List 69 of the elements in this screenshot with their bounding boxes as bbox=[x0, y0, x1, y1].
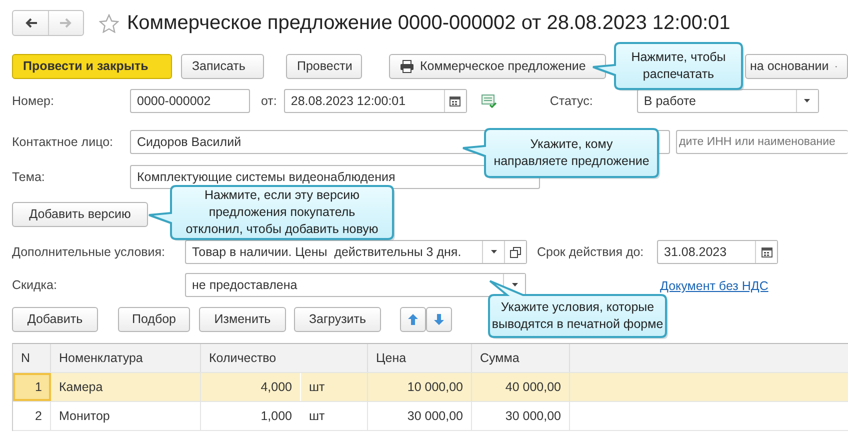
table-cell: 40 000,00 bbox=[472, 373, 570, 401]
field-label: Статус: bbox=[550, 92, 594, 110]
table-cell: Камера bbox=[51, 373, 201, 401]
add-version-button[interactable]: Добавить версию bbox=[12, 202, 148, 227]
table-cell: 1 bbox=[13, 373, 51, 401]
table-cell: 1,000 bbox=[201, 402, 301, 430]
move-down-button[interactable] bbox=[426, 307, 452, 332]
table-cell: Монитор bbox=[51, 402, 201, 430]
conditions-field[interactable]: Товар в наличии. Цены действительны 3 дня. bbox=[186, 241, 482, 263]
move-up-button[interactable] bbox=[400, 307, 426, 332]
arrow-icon bbox=[407, 313, 419, 326]
post-and-close-button[interactable]: Провести и закрыть bbox=[12, 54, 172, 79]
calendar-button[interactable] bbox=[444, 90, 466, 112]
field-label: Контактное лицо: bbox=[12, 134, 114, 151]
table-cell: 2 bbox=[13, 402, 51, 430]
dropdown-button[interactable] bbox=[796, 90, 818, 112]
arrow-icon bbox=[60, 17, 72, 29]
table-cell: 10 000,00 bbox=[368, 373, 472, 401]
tooltip-text: Нажмите, чтобы распечатать bbox=[630, 49, 727, 83]
toolbar-button[interactable]: Записать bbox=[181, 54, 264, 79]
toolbar-button[interactable]: Провести bbox=[286, 54, 362, 79]
table-toolbar-button[interactable]: Добавить bbox=[12, 307, 98, 332]
column-header[interactable]: N bbox=[13, 344, 51, 372]
arrow-icon bbox=[433, 313, 445, 326]
table-cell: 30 000,00 bbox=[472, 402, 570, 430]
field-label: Номер: bbox=[12, 92, 55, 110]
table-cell-text: шт bbox=[308, 408, 326, 425]
table-cell-text: шт bbox=[308, 378, 326, 396]
no-vat-link[interactable]: Документ без НДС bbox=[660, 277, 768, 296]
status-field[interactable]: В работе bbox=[638, 90, 796, 112]
table-cell: 4,000 bbox=[201, 373, 301, 401]
number-field[interactable]: 0000-000002 bbox=[130, 89, 250, 113]
field-label: Скидка: bbox=[12, 276, 58, 294]
caret-icon bbox=[803, 98, 812, 104]
date-picker[interactable]: 28.08.2023 12:00:01 bbox=[284, 89, 467, 113]
field-label: Дополнительные условия: bbox=[12, 244, 166, 261]
tooltip-text: Укажите условия, которые выводятся в печатной форме bbox=[490, 299, 664, 333]
tooltip-text: Нажмите, если эту версию предложения покупатель отклонил, чтобы добавить новую bbox=[184, 187, 380, 238]
search-field[interactable]: дите ИНН или наименование bbox=[676, 130, 848, 154]
table-toolbar-button[interactable]: Загрузить bbox=[294, 307, 381, 332]
field-label: Срок действия до: bbox=[537, 244, 645, 261]
field-label: Тема: bbox=[12, 168, 46, 186]
column-header[interactable]: Сумма bbox=[472, 344, 570, 372]
calendar-icon bbox=[449, 95, 462, 107]
status-picker[interactable]: В работе bbox=[636, 89, 819, 113]
open-button[interactable] bbox=[504, 241, 526, 263]
table-toolbar-button[interactable]: Подбор bbox=[118, 307, 190, 332]
document-check-icon bbox=[480, 94, 497, 108]
field-label: от: bbox=[261, 92, 277, 110]
arrow-icon bbox=[24, 17, 36, 29]
table-toolbar-button[interactable]: Изменить bbox=[199, 307, 286, 332]
caret-icon bbox=[510, 282, 518, 288]
conditions-picker[interactable]: Товар в наличии. Цены действительны 3 дня. bbox=[185, 240, 527, 264]
printer-icon bbox=[400, 60, 414, 73]
valid-until-field[interactable]: 31.08.2023 bbox=[658, 241, 755, 263]
windows-icon bbox=[510, 246, 521, 258]
table-cell: 30 000,00 bbox=[368, 402, 472, 430]
column-header[interactable]: Номенклатура bbox=[51, 344, 201, 372]
caret-icon bbox=[490, 249, 498, 255]
star-icon[interactable] bbox=[99, 14, 119, 32]
date-field[interactable]: 28.08.2023 12:00:01 bbox=[284, 90, 444, 112]
menu-button[interactable]: на основании bbox=[745, 54, 848, 79]
calendar-icon bbox=[760, 246, 772, 258]
window-title: Коммерческое предложение 0000-000002 от 28.08.2023 12:00:01 bbox=[127, 11, 730, 36]
column-header[interactable]: Цена bbox=[368, 344, 472, 372]
column-header[interactable]: Количество bbox=[201, 344, 368, 372]
valid-until-picker[interactable]: 31.08.2023 bbox=[657, 240, 778, 264]
print-button[interactable]: Коммерческое предложение bbox=[389, 54, 606, 79]
calendar-button[interactable] bbox=[755, 241, 777, 263]
